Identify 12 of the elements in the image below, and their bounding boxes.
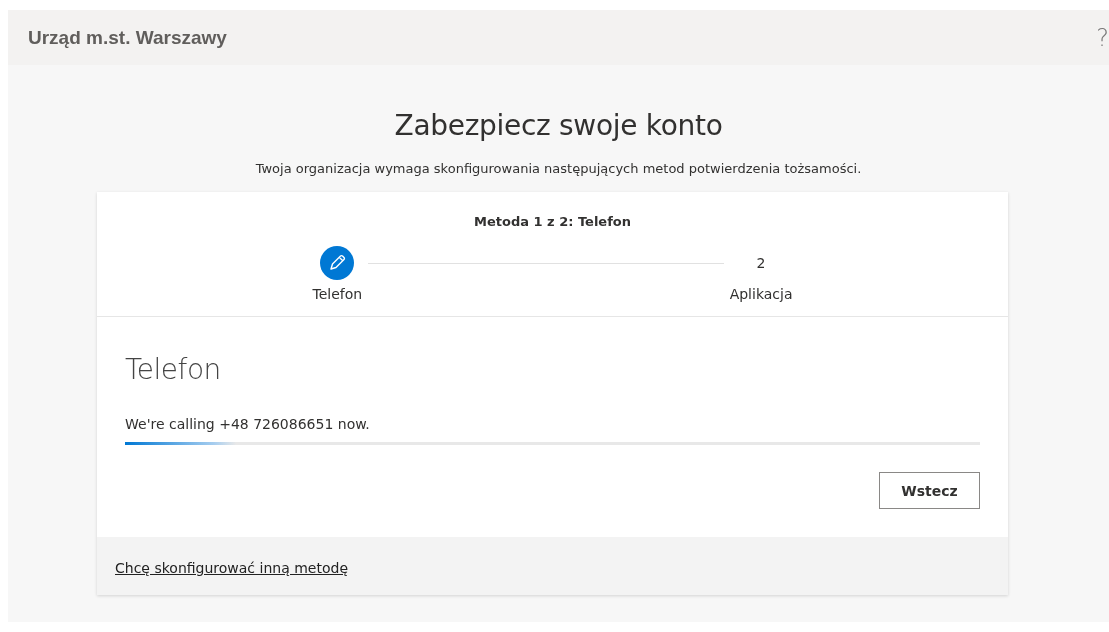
status-message: We're calling +48 726086651 now.: [125, 416, 371, 432]
step-label: Aplikacja: [729, 286, 793, 302]
method-heading: Metoda 1 z 2: Telefon: [474, 214, 631, 229]
back-button[interactable]: Wstecz: [879, 472, 980, 509]
other-method-link[interactable]: Chcę skonfigurować inną metodę: [115, 560, 348, 576]
step-number: 2: [756, 254, 766, 273]
page-subtitle: Twoja organizacja wymaga skonfigurowania następujących metod potwierdzenia tożsamości.: [255, 161, 862, 176]
organization-name: Urząd m.st. Warszawy: [28, 26, 227, 49]
step-label: Telefon: [312, 286, 363, 302]
page-title: Zabezpiecz swoje konto: [394, 109, 723, 142]
help-button[interactable]: ?: [1096, 23, 1109, 52]
section-title: Telefon: [125, 353, 222, 386]
